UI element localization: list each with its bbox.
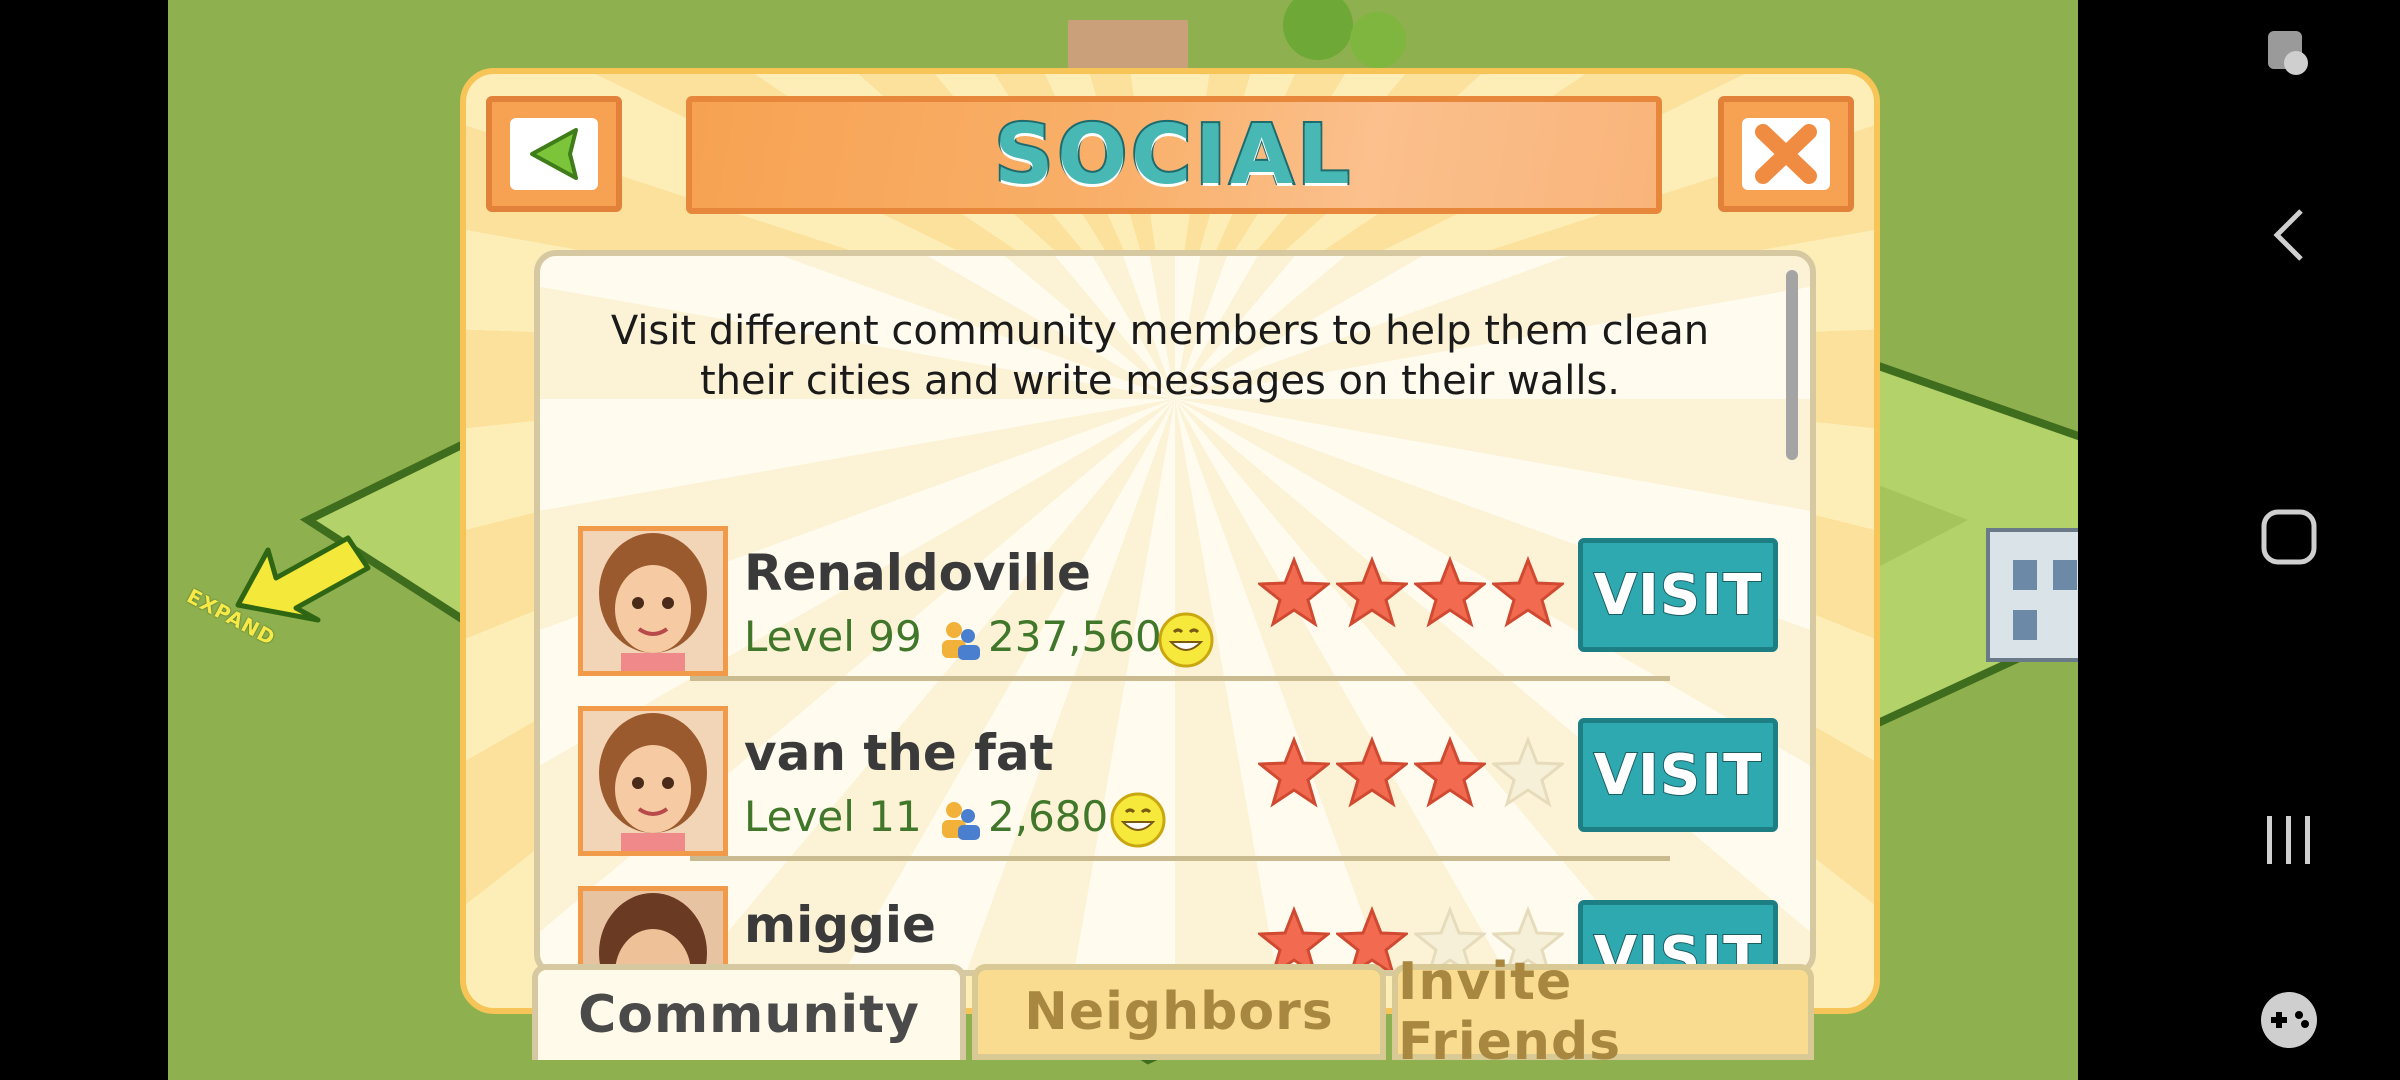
star-icon — [1258, 556, 1330, 628]
game-tools-icon[interactable] — [2178, 975, 2400, 1065]
star-icon — [1336, 736, 1408, 808]
star-icon — [1336, 556, 1408, 628]
member-name[interactable]: van the fat — [744, 724, 1054, 782]
star-icon — [1492, 556, 1564, 628]
avatar — [578, 706, 728, 856]
avatar — [578, 886, 728, 970]
member-row: van the fat Level 11 2,680 VISIT — [578, 706, 1778, 866]
empty-star-icon — [1492, 736, 1564, 808]
member-population: 237,560 — [988, 612, 1162, 661]
star-rating — [1258, 556, 1564, 628]
back-arrow-icon — [530, 128, 578, 180]
row-divider — [690, 676, 1670, 681]
back-icon[interactable] — [2178, 190, 2400, 280]
population-icon — [942, 802, 980, 840]
avatar — [578, 526, 728, 676]
close-button[interactable] — [1718, 96, 1854, 212]
home-icon[interactable] — [2178, 492, 2400, 582]
star-icon — [1414, 736, 1486, 808]
tab-invite-friends[interactable]: Invite Friends — [1392, 952, 1814, 1072]
title-bar: SOCIAL — [686, 96, 1662, 214]
member-level: Level 99 — [744, 612, 922, 661]
recents-icon[interactable] — [2178, 795, 2400, 885]
intro-text: Visit different community members to hel… — [610, 308, 1710, 404]
social-dialog: SOCIAL Visit different community members… — [460, 68, 1880, 1072]
population-icon — [942, 622, 980, 660]
close-icon — [1755, 124, 1817, 184]
screenshot-tool-icon[interactable] — [2178, 10, 2400, 100]
tab-neighbors[interactable]: Neighbors — [972, 964, 1386, 1060]
star-icon — [1258, 736, 1330, 808]
member-population: 2,680 — [988, 792, 1109, 841]
system-nav-bar — [2178, 0, 2400, 1080]
community-list-panel[interactable]: Visit different community members to hel… — [534, 250, 1816, 976]
member-level: Level 11 — [744, 792, 922, 841]
member-name[interactable]: miggie — [744, 896, 936, 954]
visit-button[interactable]: VISIT — [1578, 538, 1778, 652]
star-rating — [1258, 736, 1564, 808]
member-name[interactable]: Renaldoville — [744, 544, 1091, 602]
visit-button[interactable]: VISIT — [1578, 718, 1778, 832]
happiness-smile-icon — [1110, 792, 1166, 848]
happiness-smile-icon — [1158, 612, 1214, 668]
row-divider — [690, 856, 1670, 861]
tab-community[interactable]: Community — [532, 964, 966, 1060]
back-button[interactable] — [486, 96, 622, 212]
star-icon — [1414, 556, 1486, 628]
member-row: Renaldoville Level 99 237,560 VISIT — [578, 526, 1778, 686]
scrollbar[interactable] — [1786, 270, 1798, 460]
dialog-title: SOCIAL — [992, 106, 1354, 205]
